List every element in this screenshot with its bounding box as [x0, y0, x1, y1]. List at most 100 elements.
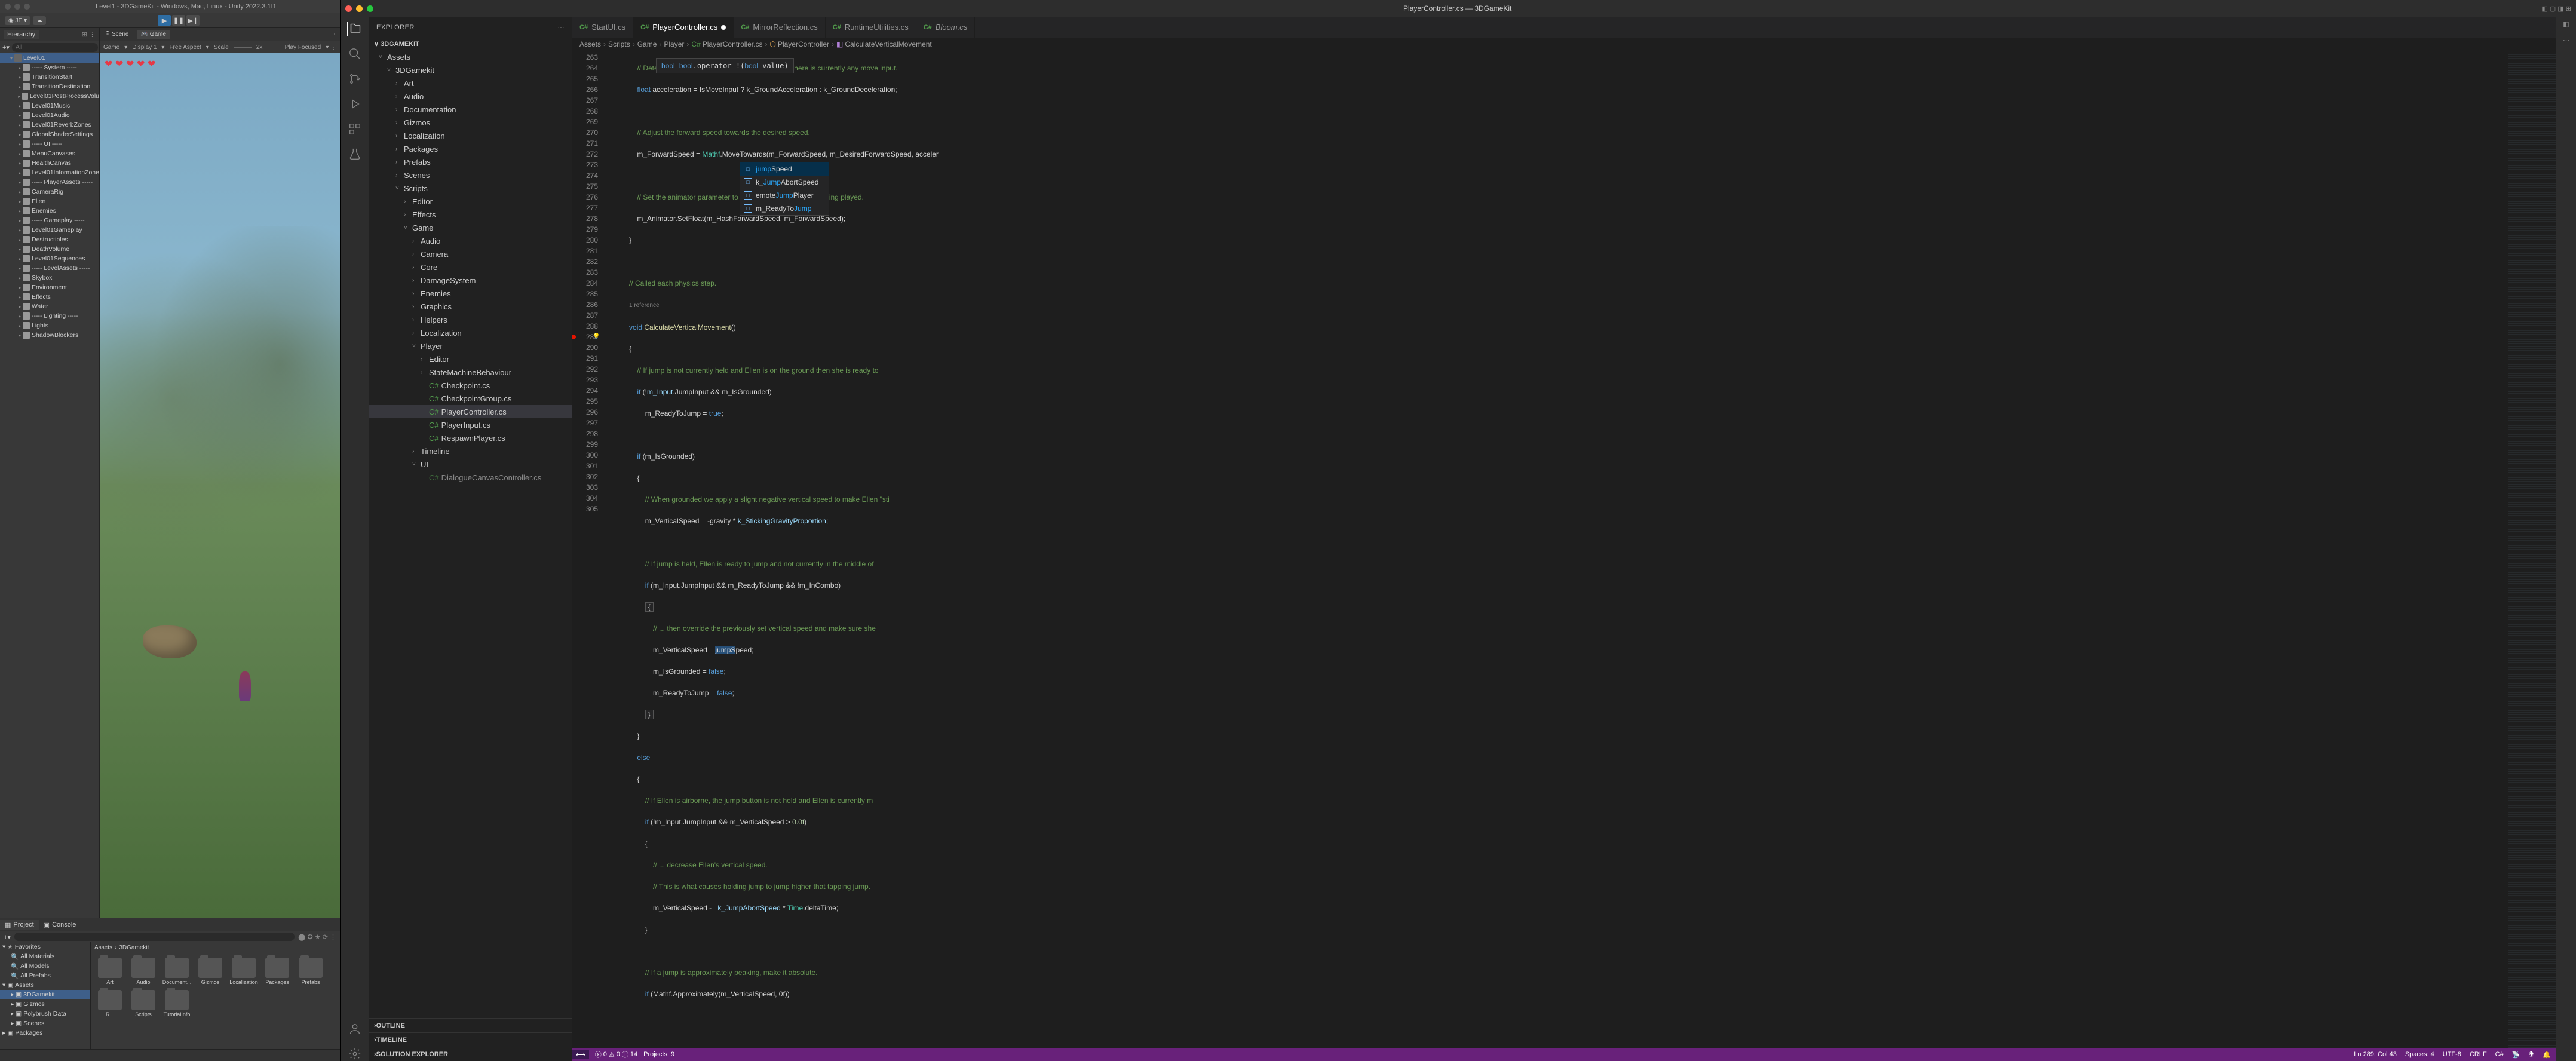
- hierarchy-item[interactable]: ▸TransitionStart: [0, 72, 99, 82]
- editor-tab[interactable]: C#MirrorReflection.cs: [734, 17, 825, 38]
- bell-icon[interactable]: 🔔: [2543, 1051, 2551, 1059]
- language[interactable]: C#: [2495, 1051, 2504, 1058]
- minimize-dot[interactable]: [356, 5, 363, 12]
- hierarchy-item[interactable]: ▸Ellen: [0, 197, 99, 206]
- hierarchy-item[interactable]: ▸Effects: [0, 292, 99, 302]
- encoding[interactable]: UTF-8: [2443, 1051, 2461, 1058]
- assets-root[interactable]: ▾▣Assets: [0, 980, 90, 990]
- autocomplete-item[interactable]: □k_JumpAbortSpeed: [740, 176, 829, 189]
- project-search[interactable]: [14, 933, 295, 941]
- folder-localization2[interactable]: ›Localization: [369, 326, 572, 339]
- workspace-name[interactable]: ∨ 3DGAMEKIT: [369, 38, 572, 50]
- folder-graphics[interactable]: ›Graphics: [369, 300, 572, 313]
- hierarchy-search[interactable]: [12, 43, 98, 52]
- timeline-section[interactable]: › TIMELINE: [369, 1032, 572, 1047]
- folder-packages[interactable]: ›Packages: [369, 142, 572, 155]
- outline-section[interactable]: › OUTLINE: [369, 1018, 572, 1032]
- hierarchy-item[interactable]: ▸Destructibles: [0, 235, 99, 244]
- split-icon[interactable]: ◧: [2563, 20, 2569, 28]
- folder-localization[interactable]: ›Localization: [369, 129, 572, 142]
- minimap[interactable]: [2508, 51, 2556, 1048]
- source-control-icon[interactable]: [348, 72, 362, 86]
- file-checkpoint[interactable]: C#Checkpoint.cs: [369, 379, 572, 392]
- folder-timeline[interactable]: ›Timeline: [369, 444, 572, 458]
- folder-documentation[interactable]: ›Documentation: [369, 103, 572, 116]
- folder-item[interactable]: Art: [96, 958, 124, 985]
- autocomplete-item[interactable]: □m_ReadyToJump: [740, 202, 829, 215]
- file-dialogue[interactable]: C#DialogueCanvasController.cs: [369, 471, 572, 484]
- cloud-button[interactable]: ☁: [33, 16, 46, 25]
- breadcrumb-seg[interactable]: Scripts: [608, 40, 630, 48]
- hierarchy-item[interactable]: ▸----- System -----: [0, 63, 99, 72]
- project-tab[interactable]: ▦ Project: [0, 920, 39, 930]
- hierarchy-item[interactable]: ▸HealthCanvas: [0, 158, 99, 168]
- asset-tree-item[interactable]: ▸▣Scenes: [0, 1019, 90, 1028]
- game-viewport[interactable]: ❤❤❤❤❤: [100, 53, 340, 918]
- folder-editor[interactable]: ›Editor: [369, 195, 572, 208]
- folder-3dgamekit[interactable]: ˅3DGamekit: [369, 63, 572, 76]
- hierarchy-item[interactable]: ▸Lights: [0, 321, 99, 330]
- hierarchy-item[interactable]: ▸Skybox: [0, 273, 99, 283]
- favorite-item[interactable]: 🔍All Materials: [0, 952, 90, 961]
- display-dropdown[interactable]: Display 1: [132, 44, 157, 51]
- maximize-dot[interactable]: [367, 5, 373, 12]
- packages-root[interactable]: ▸▣Packages: [0, 1028, 90, 1038]
- folder-editor2[interactable]: ›Editor: [369, 352, 572, 366]
- more-icon[interactable]: ⋯: [2563, 36, 2569, 44]
- project-breadcrumb[interactable]: Assets›3DGamekit: [91, 942, 340, 953]
- projects-count[interactable]: Projects: 9: [643, 1051, 674, 1058]
- breadcrumb[interactable]: Assets›Scripts›Game›Player›C# PlayerCont…: [572, 38, 2556, 51]
- folder-prefabs[interactable]: ›Prefabs: [369, 155, 572, 168]
- play-mode-dropdown[interactable]: Play Focused: [285, 44, 321, 51]
- layout-icons[interactable]: ◧ ▢ ◨ ⊞: [2541, 5, 2571, 13]
- autocomplete-item[interactable]: □emoteJumpPlayer: [740, 189, 829, 202]
- indent[interactable]: Spaces: 4: [2405, 1051, 2434, 1058]
- folder-item[interactable]: Localization: [229, 958, 258, 985]
- live-icon[interactable]: 🕭: [2528, 1049, 2534, 1060]
- asset-tree-item[interactable]: ▸▣Gizmos: [0, 999, 90, 1009]
- folder-item[interactable]: Document...: [162, 958, 191, 985]
- account-button[interactable]: ◉ JE ▾: [5, 16, 30, 25]
- errors-count[interactable]: ⓧ 0 ⚠ 0 ⓘ 14: [595, 1050, 637, 1059]
- folder-item[interactable]: Packages: [263, 958, 292, 985]
- eol[interactable]: CRLF: [2470, 1051, 2487, 1058]
- folder-smb[interactable]: ›StateMachineBehaviour: [369, 366, 572, 379]
- folder-game[interactable]: ˅Game: [369, 221, 572, 234]
- game-dropdown[interactable]: Game: [103, 44, 119, 51]
- hierarchy-item[interactable]: ▸TransitionDestination: [0, 82, 99, 91]
- hierarchy-item[interactable]: ▸Level01Sequences: [0, 254, 99, 263]
- breadcrumb-seg[interactable]: Assets: [579, 40, 601, 48]
- editor-tab[interactable]: C#RuntimeUtilities.cs: [826, 17, 916, 38]
- hierarchy-item[interactable]: ▸Level01ReverbZones: [0, 120, 99, 130]
- hierarchy-item[interactable]: ▸Environment: [0, 283, 99, 292]
- hierarchy-item[interactable]: ▸----- UI -----: [0, 139, 99, 149]
- extensions-icon[interactable]: [348, 122, 362, 136]
- solution-section[interactable]: › SOLUTION EXPLORER: [369, 1047, 572, 1061]
- editor-tab[interactable]: C#Bloom.cs: [916, 17, 976, 38]
- folder-item[interactable]: R...: [96, 990, 124, 1017]
- editor-tab[interactable]: C#PlayerController.cs: [633, 17, 734, 38]
- hierarchy-item[interactable]: ▸----- PlayerAssets -----: [0, 177, 99, 187]
- favorite-item[interactable]: 🔍All Prefabs: [0, 971, 90, 980]
- folder-damage[interactable]: ›DamageSystem: [369, 274, 572, 287]
- hierarchy-item[interactable]: ▸Level01Audio: [0, 111, 99, 120]
- hierarchy-item[interactable]: ▸Level01Gameplay: [0, 225, 99, 235]
- folder-effects[interactable]: ›Effects: [369, 208, 572, 221]
- folder-assets[interactable]: ˅Assets: [369, 50, 572, 63]
- more-icon[interactable]: ⋯: [558, 23, 565, 31]
- folder-gizmos[interactable]: ›Gizmos: [369, 116, 572, 129]
- debug-icon[interactable]: [348, 97, 362, 111]
- folder-scripts[interactable]: ˅Scripts: [369, 182, 572, 195]
- remote-button[interactable]: ⟷: [572, 1050, 589, 1059]
- explorer-icon[interactable]: [347, 22, 361, 36]
- hierarchy-item[interactable]: ▸----- Lighting -----: [0, 311, 99, 321]
- hierarchy-tab[interactable]: Hierarchy: [4, 30, 39, 39]
- hierarchy-item[interactable]: ▸Level01PostProcessVolu: [0, 91, 99, 101]
- autocomplete-item[interactable]: □jumpSpeed: [740, 162, 829, 176]
- hierarchy-item[interactable]: ▸DeathVolume: [0, 244, 99, 254]
- scale-slider[interactable]: [234, 47, 252, 48]
- aspect-dropdown[interactable]: Free Aspect: [169, 44, 201, 51]
- add-asset[interactable]: +▾: [4, 933, 11, 941]
- editor-tab[interactable]: C#StartUI.cs: [572, 17, 633, 38]
- file-checkpoint-group[interactable]: C#CheckpointGroup.cs: [369, 392, 572, 405]
